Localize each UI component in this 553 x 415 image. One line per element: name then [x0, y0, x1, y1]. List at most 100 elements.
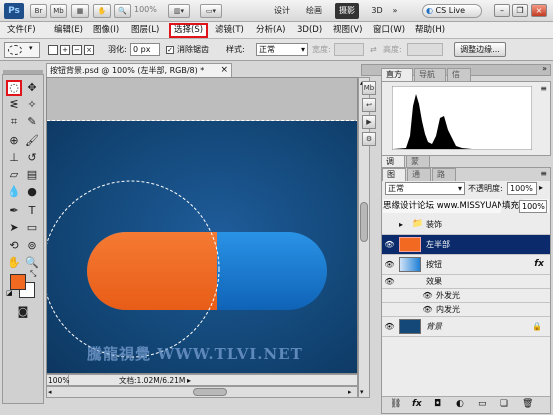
eye-icon[interactable]: 👁 [384, 321, 395, 332]
fill-input[interactable]: 100% [519, 200, 547, 213]
menu-file[interactable]: 文件(F) [4, 23, 39, 38]
tool-presets-panel-icon[interactable]: ⚙ [362, 132, 376, 146]
close-tab-icon[interactable]: × [220, 64, 228, 77]
tab-channels[interactable]: 通道 [407, 168, 431, 191]
zoom-field[interactable]: 100% [47, 375, 69, 386]
menu-filter[interactable]: 滤镜(T) [212, 23, 247, 38]
swap-icon[interactable]: ⇄ [370, 44, 377, 56]
menu-view[interactable]: 视图(V) [330, 23, 365, 38]
actions-panel-icon[interactable]: ▶ [362, 115, 376, 129]
image-canvas[interactable]: 騰龍視覺 WWW.TLVI.NET [47, 121, 357, 373]
mini-bridge-button[interactable]: Mb [50, 4, 67, 18]
effects-header-row[interactable]: 👁 效果 [382, 275, 550, 289]
menu-3d[interactable]: 3D(D) [294, 23, 325, 38]
adjustment-layer-icon[interactable]: ◐ [456, 399, 464, 409]
blur-tool-icon[interactable]: 💧 [6, 184, 22, 200]
clone-stamp-tool-icon[interactable]: ⊥ [6, 150, 22, 166]
layer-row-background[interactable]: 👁 背景 🔒 [382, 317, 550, 337]
tab-info[interactable]: 信息 [447, 68, 471, 91]
fx-icon[interactable]: fx [534, 255, 544, 274]
default-colors-icon[interactable]: ◪ [6, 289, 13, 297]
menu-edit[interactable]: 编辑(E) [51, 23, 86, 38]
effect-row-inner-glow[interactable]: 👁 内发光 [382, 303, 550, 317]
menu-select[interactable]: 选择(S) [169, 23, 209, 38]
menu-image[interactable]: 图像(I) [90, 23, 122, 38]
workspace-painting[interactable]: 绘画 [302, 3, 326, 19]
brush-tool-icon[interactable]: 🖌 [24, 133, 40, 149]
horizontal-scroll-thumb[interactable] [193, 388, 227, 396]
eraser-tool-icon[interactable]: ▱ [6, 167, 22, 183]
foreground-color-swatch[interactable] [10, 274, 26, 290]
new-layer-icon[interactable]: ❏ [500, 399, 508, 409]
tab-navigator[interactable]: 导航器 [414, 68, 446, 91]
gradient-tool-icon[interactable]: ▤ [24, 167, 40, 183]
menu-help[interactable]: 帮助(H) [412, 23, 448, 38]
history-brush-tool-icon[interactable]: ↺ [24, 150, 40, 166]
layer-row-button[interactable]: 👁 按钮 fx [382, 255, 550, 275]
tool-preset-picker[interactable]: ▾ [4, 42, 40, 58]
add-mask-icon[interactable]: ◘ [434, 399, 441, 409]
swap-colors-icon[interactable]: ⤡ [30, 269, 36, 279]
new-selection-icon[interactable] [48, 45, 58, 55]
quick-mask-icon[interactable]: ◙ [15, 304, 31, 320]
magic-wand-tool-icon[interactable]: ✧ [24, 97, 40, 113]
app-zoom-level[interactable]: 100% [134, 5, 157, 14]
healing-brush-tool-icon[interactable]: ⊕ [6, 133, 22, 149]
3d-camera-tool-icon[interactable]: ⊚ [24, 238, 40, 254]
menu-window[interactable]: 窗口(W) [370, 23, 408, 38]
crop-tool-icon[interactable]: ⌗ [6, 114, 22, 130]
move-tool-icon[interactable]: ✥ [24, 80, 40, 96]
path-selection-tool-icon[interactable]: ➤ [6, 220, 22, 236]
effect-row-outer-glow[interactable]: 👁 外发光 [382, 289, 550, 303]
add-to-selection-icon[interactable]: + [60, 45, 70, 55]
toolbox-grip[interactable] [3, 70, 43, 74]
extras-dropdown[interactable]: ▦ [71, 4, 89, 18]
eye-icon[interactable]: 👁 [384, 259, 395, 270]
pen-tool-icon[interactable]: ✒ [6, 203, 22, 219]
zoom-tool-button[interactable]: 🔍 [114, 4, 131, 18]
opacity-arrow-icon[interactable]: ▸ [539, 183, 543, 192]
panel-menu-icon[interactable]: ≡ [540, 84, 547, 93]
intersect-selection-icon[interactable]: × [84, 45, 94, 55]
lasso-tool-icon[interactable]: ᓬ [6, 97, 22, 113]
eye-icon[interactable]: 👁 [422, 290, 433, 301]
mini-bridge-panel-icon[interactable]: Mb [362, 81, 376, 95]
scroll-left-icon[interactable]: ◂ [48, 388, 56, 396]
menu-analysis[interactable]: 分析(A) [253, 23, 288, 38]
height-input[interactable] [407, 43, 443, 56]
refine-edge-button[interactable]: 调整边缘... [454, 42, 506, 57]
collapse-panels-icon[interactable]: » [542, 64, 547, 73]
tab-layers[interactable]: 图层 [382, 168, 406, 191]
layer-row-group-decor[interactable]: ▸ 📁 装饰 [382, 215, 550, 235]
width-input[interactable] [334, 43, 364, 56]
hand-tool-button[interactable]: ✋ [93, 4, 111, 18]
eye-icon[interactable]: 👁 [422, 304, 433, 315]
close-button[interactable]: × [531, 4, 547, 17]
workspace-photography[interactable]: 摄影 [335, 3, 359, 19]
3d-rotate-tool-icon[interactable]: ⟲ [6, 238, 22, 254]
document-tab[interactable]: 按钮背景.psd @ 100% (左半部, RGB/8) * × [46, 63, 232, 77]
menu-layer[interactable]: 图层(L) [128, 23, 162, 38]
antialias-checkbox[interactable]: ✓ [166, 46, 174, 54]
expand-arrow-icon[interactable]: ▸ [399, 215, 403, 234]
elliptical-marquee-tool-icon[interactable]: ◌ [6, 80, 22, 96]
minimize-button[interactable]: – [494, 4, 510, 17]
vertical-scroll-thumb[interactable] [360, 202, 368, 242]
feather-input[interactable]: 0 px [130, 43, 160, 56]
style-select[interactable]: 正常 ▾ [256, 43, 308, 56]
hand-tool-icon[interactable]: ✋ [6, 255, 22, 271]
screen-mode-button[interactable]: ▭▾ [200, 4, 222, 18]
horizontal-scrollbar[interactable]: ◂ ▸ [46, 386, 358, 398]
workspace-more[interactable]: » [389, 3, 401, 19]
eye-icon[interactable]: 👁 [384, 276, 395, 287]
history-panel-icon[interactable]: ↩ [362, 98, 376, 112]
restore-button[interactable]: ❐ [512, 4, 528, 17]
visibility-off-icon[interactable] [384, 219, 395, 230]
panel-menu-icon[interactable]: ≡ [540, 169, 547, 178]
add-style-icon[interactable]: fx [412, 399, 422, 409]
tab-paths[interactable]: 路径 [432, 168, 456, 191]
bridge-button[interactable]: Br [30, 4, 47, 18]
link-layers-icon[interactable]: ⛓ [390, 399, 401, 409]
scroll-down-icon[interactable]: ▾ [360, 388, 364, 396]
workspace-3d[interactable]: 3D [368, 3, 386, 19]
